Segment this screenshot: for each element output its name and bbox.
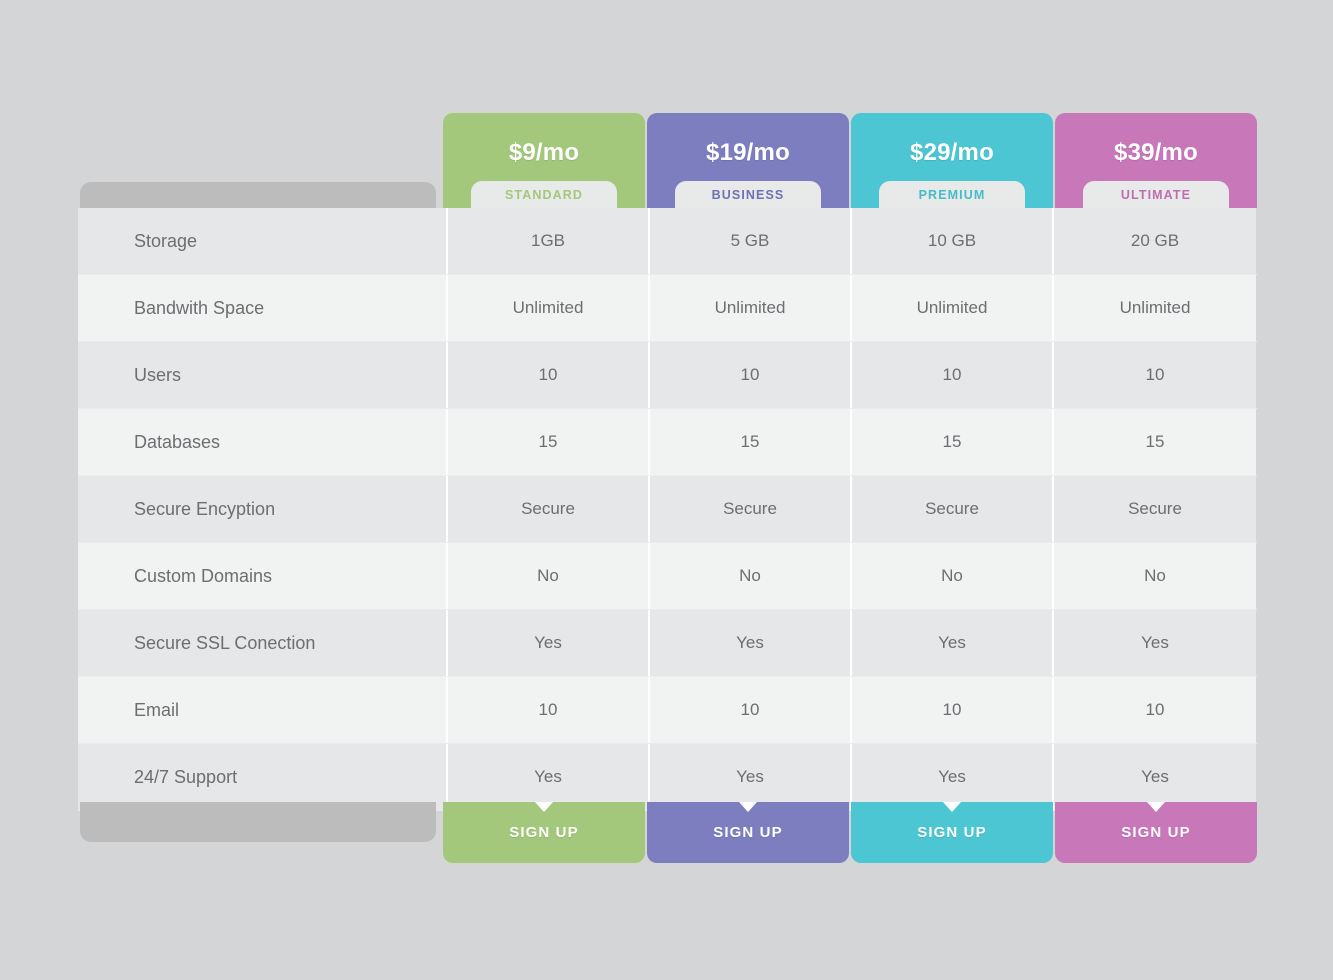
plan-header-group: $9/mo STANDARD $19/mo BUSINESS $29/mo PREMIUM…	[443, 113, 1257, 208]
feature-label: Secure Encyption	[78, 476, 448, 542]
feature-value: 15	[448, 409, 650, 475]
signup-button-label: SIGN UP	[713, 824, 783, 841]
feature-value: Unlimited	[650, 275, 852, 341]
feature-value: Yes	[650, 744, 852, 810]
signup-button-label: SIGN UP	[1121, 824, 1191, 841]
table-row: Users 10 10 10 10	[78, 342, 1257, 409]
feature-value: Secure	[650, 476, 852, 542]
feature-value: No	[1054, 543, 1256, 609]
plan-price: $9/mo	[508, 139, 580, 166]
feature-label: Databases	[78, 409, 448, 475]
feature-value: 1GB	[448, 208, 650, 274]
feature-value: 10	[852, 342, 1054, 408]
signup-row: SIGN UP SIGN UP SIGN UP SIGN UP	[78, 802, 1257, 863]
table-row: 24/7 Support Yes Yes Yes Yes	[78, 744, 1257, 811]
feature-value: Yes	[1054, 610, 1256, 676]
feature-value: Secure	[448, 476, 650, 542]
feature-label: Email	[78, 677, 448, 743]
notch-triangle-icon	[535, 802, 553, 812]
feature-value: 5 GB	[650, 208, 852, 274]
feature-rows: Storage 1GB 5 GB 10 GB 20 GB Bandwith Space Un…	[78, 208, 1257, 811]
plan-price: $29/mo	[910, 139, 994, 166]
plan-price: $19/mo	[706, 139, 790, 166]
feature-value: Secure	[1054, 476, 1256, 542]
feature-value: 10	[852, 677, 1054, 743]
feature-value: Unlimited	[448, 275, 650, 341]
plan-header-row: $9/mo STANDARD $19/mo BUSINESS $29/mo PREMIUM…	[78, 113, 1257, 208]
feature-value: 15	[1054, 409, 1256, 475]
table-row: Secure SSL Conection Yes Yes Yes Yes	[78, 610, 1257, 677]
pricing-table: $9/mo STANDARD $19/mo BUSINESS $29/mo PREMIUM…	[78, 113, 1257, 863]
feature-value: 20 GB	[1054, 208, 1256, 274]
plan-header-0[interactable]: $9/mo STANDARD	[443, 113, 645, 208]
signup-button-label: SIGN UP	[509, 824, 579, 841]
feature-label: Secure SSL Conection	[78, 610, 448, 676]
feature-value: Yes	[650, 610, 852, 676]
signup-button-label: SIGN UP	[917, 824, 987, 841]
plan-badge: STANDARD	[471, 181, 617, 208]
plan-header-1[interactable]: $19/mo BUSINESS	[647, 113, 849, 208]
feature-value: 10	[650, 677, 852, 743]
signup-button-0[interactable]: SIGN UP	[443, 802, 645, 863]
feature-column-header	[78, 113, 443, 208]
plan-badge: BUSINESS	[675, 181, 821, 208]
feature-value: Yes	[1054, 744, 1256, 810]
table-row: Databases 15 15 15 15	[78, 409, 1257, 476]
feature-value: 10	[1054, 677, 1256, 743]
plan-badge: PREMIUM	[879, 181, 1025, 208]
feature-value: 15	[852, 409, 1054, 475]
plan-price: $39/mo	[1114, 139, 1198, 166]
feature-column-footer-cap	[80, 802, 436, 842]
plan-header-3[interactable]: $39/mo ULTIMATE	[1055, 113, 1257, 208]
plan-badge: ULTIMATE	[1083, 181, 1229, 208]
signup-button-group: SIGN UP SIGN UP SIGN UP SIGN UP	[443, 802, 1257, 863]
feature-label: Storage	[78, 208, 448, 274]
notch-triangle-icon	[739, 802, 757, 812]
table-row: Secure Encyption Secure Secure Secure Secure	[78, 476, 1257, 543]
feature-value: Yes	[852, 610, 1054, 676]
feature-label: 24/7 Support	[78, 744, 448, 810]
feature-label: Custom Domains	[78, 543, 448, 609]
feature-value: Yes	[448, 744, 650, 810]
feature-value: No	[852, 543, 1054, 609]
feature-value: Yes	[852, 744, 1054, 810]
feature-value: 15	[650, 409, 852, 475]
feature-value: 10	[1054, 342, 1256, 408]
feature-column-header-cap	[80, 182, 436, 208]
feature-column-footer	[78, 802, 443, 863]
table-row: Email 10 10 10 10	[78, 677, 1257, 744]
feature-label: Bandwith Space	[78, 275, 448, 341]
table-row: Storage 1GB 5 GB 10 GB 20 GB	[78, 208, 1257, 275]
feature-value: Yes	[448, 610, 650, 676]
feature-value: 10	[448, 342, 650, 408]
table-row: Bandwith Space Unlimited Unlimited Unlimite…	[78, 275, 1257, 342]
notch-triangle-icon	[1147, 802, 1165, 812]
feature-value: No	[448, 543, 650, 609]
feature-value: No	[650, 543, 852, 609]
feature-value: Unlimited	[852, 275, 1054, 341]
signup-button-1[interactable]: SIGN UP	[647, 802, 849, 863]
plan-header-2[interactable]: $29/mo PREMIUM	[851, 113, 1053, 208]
feature-label: Users	[78, 342, 448, 408]
signup-button-2[interactable]: SIGN UP	[851, 802, 1053, 863]
feature-value: 10	[650, 342, 852, 408]
feature-value: 10	[448, 677, 650, 743]
table-row: Custom Domains No No No No	[78, 543, 1257, 610]
feature-value: Unlimited	[1054, 275, 1256, 341]
notch-triangle-icon	[943, 802, 961, 812]
feature-value: Secure	[852, 476, 1054, 542]
signup-button-3[interactable]: SIGN UP	[1055, 802, 1257, 863]
feature-value: 10 GB	[852, 208, 1054, 274]
